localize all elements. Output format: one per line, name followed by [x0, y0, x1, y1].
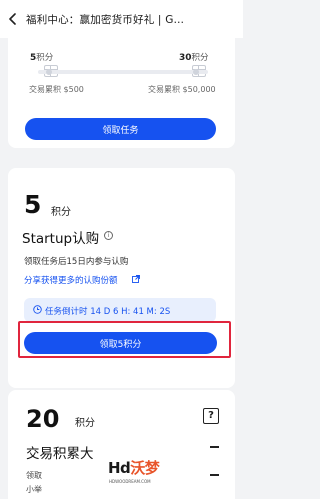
task-title: Startup认购 [22, 231, 100, 247]
task-points: 5 [24, 190, 42, 219]
external-link-icon[interactable] [132, 275, 140, 283]
next-task-points-unit: 积分 [75, 418, 95, 429]
task-description: 领取任务后15日内参与认购 [24, 257, 129, 267]
help-icon[interactable]: ? [203, 408, 219, 424]
tier-2-condition: 交易累积 $50,000 [148, 85, 216, 94]
watermark-logo: Hd沃梦 HDWOODREAM.COM [103, 452, 160, 492]
tier-2-points: 30积分 [179, 53, 209, 63]
progress-marker [46, 69, 52, 75]
chevron-left-icon [9, 13, 16, 25]
highlight-annotation [18, 321, 231, 358]
divider-mark [210, 446, 219, 448]
info-icon[interactable]: i [104, 231, 113, 240]
progress-track [38, 69, 208, 75]
divider-mark [210, 474, 219, 476]
next-task-points: 20 [26, 405, 60, 433]
page-header: 福利中心：赢加密货币好礼 | G… [0, 0, 243, 38]
next-task-sub2: 小举 [26, 485, 42, 494]
countdown-text: 任务倒计时 14 D 6 H: 41 M: 2S [45, 307, 171, 317]
countdown-banner: 任务倒计时 14 D 6 H: 41 M: 2S [24, 298, 216, 322]
tier-1-condition: 交易累积 $500 [29, 85, 84, 94]
task-points-unit: 积分 [51, 207, 71, 218]
clock-icon [33, 305, 42, 314]
next-task-sub1: 领取 [26, 471, 42, 480]
share-link[interactable]: 分享获得更多的认购份额 [24, 274, 118, 286]
tier-1-points: 5积分 [30, 53, 54, 63]
page-title: 福利中心：赢加密货币好礼 | G… [26, 13, 185, 26]
back-button[interactable] [0, 0, 26, 38]
watermark-url: HDWOODREAM.COM [109, 479, 151, 484]
next-task-title: 交易积累大 [26, 446, 94, 462]
claim-task-button[interactable]: 领取任务 [25, 118, 216, 140]
watermark-text: Hd沃梦 [108, 459, 160, 477]
rewards-tier-card: 5积分 30积分 交易累积 $500 交易累积 $50,000 领取任务 [8, 38, 235, 148]
progress-marker [193, 69, 199, 75]
